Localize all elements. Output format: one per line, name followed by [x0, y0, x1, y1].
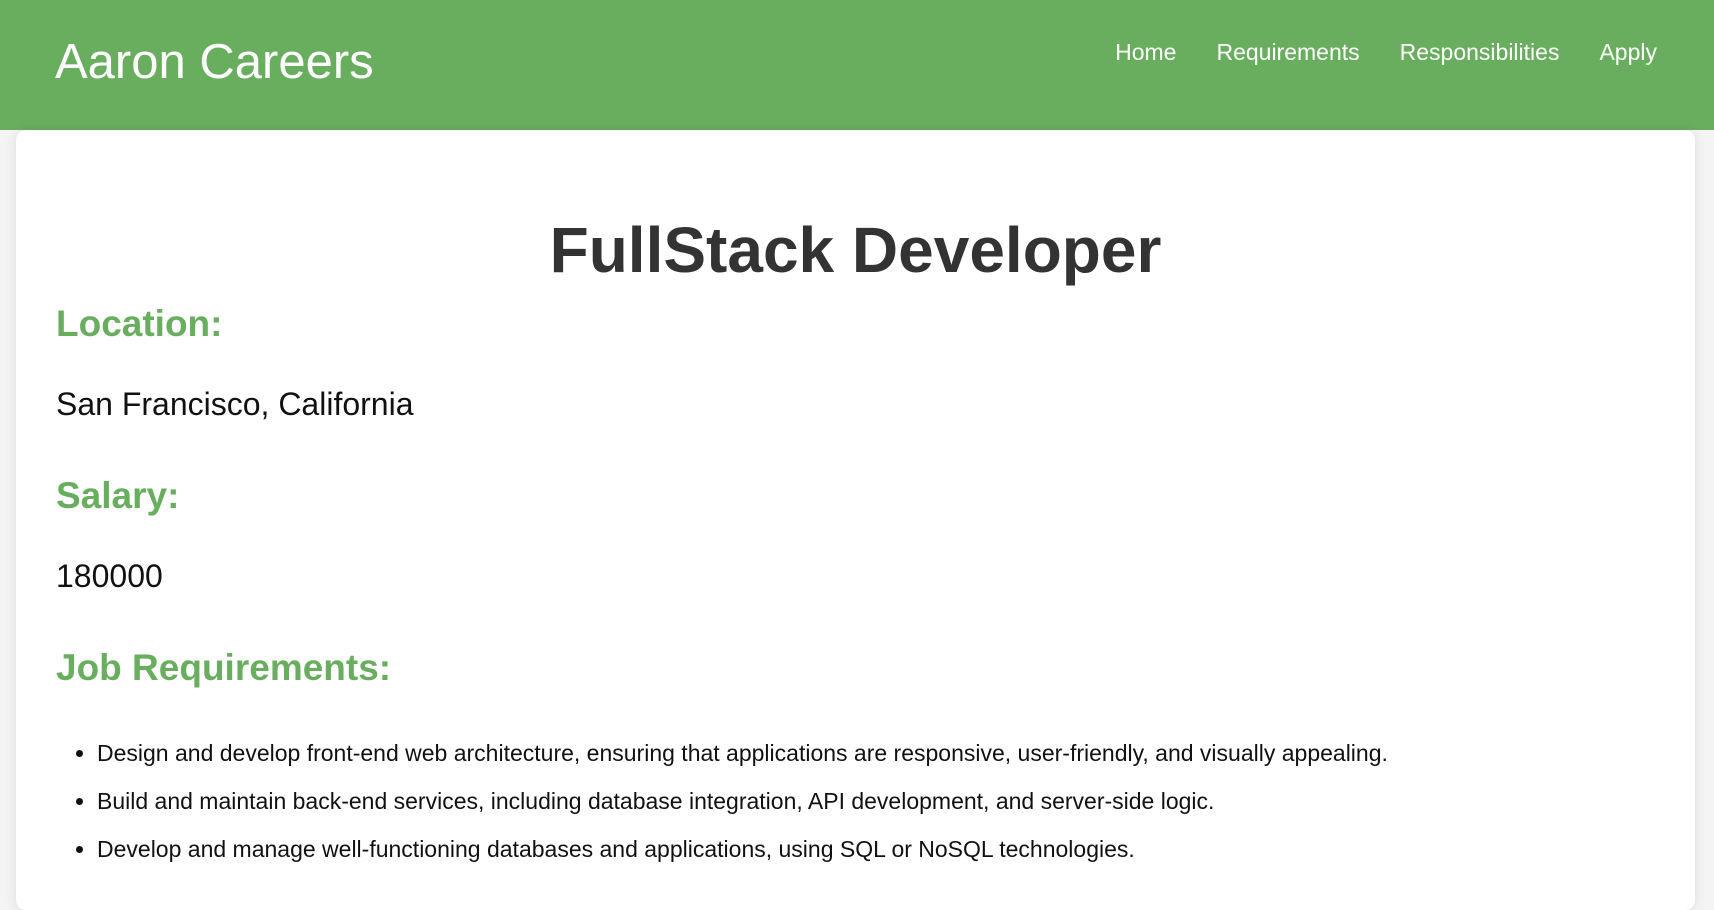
location-value: San Francisco, California	[56, 386, 414, 422]
requirements-list: Design and develop front-end web archite…	[56, 737, 1388, 881]
list-item: Build and maintain back-end services, in…	[97, 785, 1388, 833]
nav-link-requirements[interactable]: Requirements	[1216, 36, 1359, 68]
job-title: FullStack Developer	[549, 214, 1162, 286]
job-card: FullStack Developer Location: San Franci…	[16, 130, 1695, 910]
site-header: Aaron Careers Home Requirements Responsi…	[0, 0, 1714, 130]
salary-value: 180000	[56, 558, 163, 594]
nav-link-apply[interactable]: Apply	[1599, 36, 1657, 68]
location-heading: Location:	[56, 303, 223, 344]
nav-link-responsibilities[interactable]: Responsibilities	[1400, 36, 1560, 68]
list-item: Develop and manage well-functioning data…	[97, 833, 1388, 881]
salary-heading: Salary:	[56, 475, 180, 516]
nav-link-home[interactable]: Home	[1115, 36, 1176, 68]
brand-title[interactable]: Aaron Careers	[55, 32, 374, 92]
list-item: Design and develop front-end web archite…	[97, 737, 1388, 785]
requirements-heading: Job Requirements:	[56, 647, 392, 688]
main-nav: Home Requirements Responsibilities Apply	[1115, 36, 1657, 68]
